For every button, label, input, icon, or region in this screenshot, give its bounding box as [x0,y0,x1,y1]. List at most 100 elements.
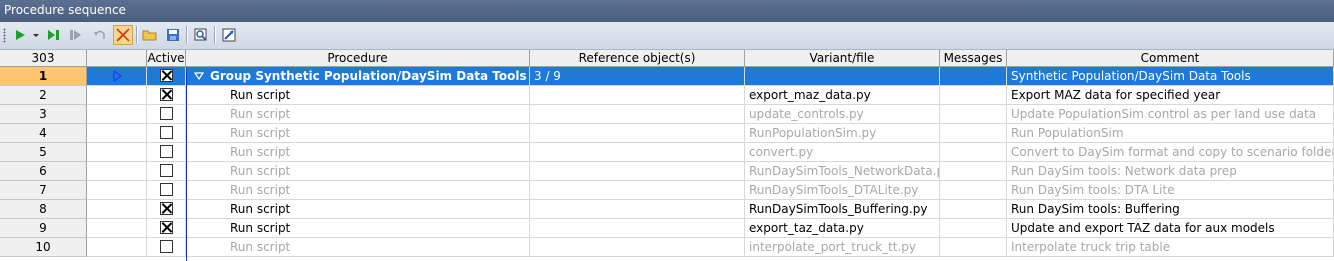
cell-comment[interactable]: Run DaySim tools: Buffering [1007,200,1334,219]
active-checkbox[interactable] [159,164,173,177]
table-row[interactable]: 3 Run script update_controls.py Update Popu… [0,105,1334,124]
cell-active[interactable] [147,67,186,86]
cell-procedure[interactable]: Run script [186,181,530,200]
cell-comment[interactable]: Run DaySim tools: Network data prep [1007,162,1334,181]
cell-active[interactable] [147,200,186,219]
cell-active[interactable] [147,238,186,257]
cell-active[interactable] [147,105,186,124]
run-icon[interactable] [10,25,30,45]
cell-active[interactable] [147,181,186,200]
cell-messages[interactable] [940,219,1007,238]
cell-comment[interactable]: Update and export TAZ data for aux model… [1007,219,1334,238]
cell-variant[interactable]: update_controls.py [745,105,940,124]
cell-variant[interactable]: export_taz_data.py [745,219,940,238]
cell-variant[interactable]: convert.py [745,143,940,162]
cell-active[interactable] [147,219,186,238]
cell-reference[interactable] [530,162,745,181]
table-row[interactable]: 2 Run script export_maz_data.py Export MAZ … [0,86,1334,105]
step-icon[interactable] [66,25,86,45]
cell-procedure[interactable]: Run script [186,219,530,238]
cell-extra[interactable] [87,105,147,124]
cell-procedure[interactable]: Run script [186,105,530,124]
cell-messages[interactable] [940,238,1007,257]
toolbar-grip[interactable] [3,28,6,43]
cell-procedure[interactable]: Run script [186,162,530,181]
header-comment[interactable]: Comment [1007,50,1334,67]
table-row[interactable]: 9 Run script export_taz_data.py Update and … [0,219,1334,238]
cell-comment[interactable]: Run DaySim tools: DTA Lite [1007,181,1334,200]
cell-extra[interactable] [87,124,147,143]
active-checkbox[interactable] [159,221,173,234]
table-row[interactable]: 6 Run script RunDaySimTools_NetworkData.py… [0,162,1334,181]
table-row[interactable]: 10 Run script interpolate_port_truck_tt.py… [0,238,1334,257]
cell-extra[interactable] [87,219,147,238]
table-row[interactable]: 1 Group Synthetic Population/DaySim Data … [0,67,1334,86]
cell-messages[interactable] [940,200,1007,219]
settings-icon[interactable] [219,25,239,45]
active-checkbox[interactable] [159,240,173,253]
cell-comment[interactable]: Interpolate truck trip table [1007,238,1334,257]
header-active[interactable]: Active [147,50,186,67]
cell-procedure[interactable]: Run script [186,86,530,105]
cell-reference[interactable] [530,238,745,257]
cell-procedure[interactable]: Run script [186,143,530,162]
active-checkbox[interactable] [159,183,173,196]
cell-extra[interactable] [87,200,147,219]
cell-variant[interactable]: RunDaySimTools_DTALite.py [745,181,940,200]
header-rownum[interactable]: 303 [0,50,87,67]
cell-extra[interactable] [87,67,147,86]
cell-reference[interactable] [530,181,745,200]
find-icon[interactable] [191,25,211,45]
cell-variant[interactable] [745,67,940,86]
active-checkbox[interactable] [159,126,173,139]
cell-extra[interactable] [87,181,147,200]
cell-active[interactable] [147,143,186,162]
active-checkbox[interactable] [159,145,173,158]
active-checkbox[interactable] [159,88,173,101]
cell-active[interactable] [147,86,186,105]
cell-extra[interactable] [87,143,147,162]
cell-reference[interactable] [530,124,745,143]
open-folder-icon[interactable] [140,25,160,45]
cell-reference[interactable] [530,200,745,219]
active-checkbox[interactable] [159,69,173,82]
group-collapse-icon[interactable] [193,71,205,81]
cell-procedure[interactable]: Group Synthetic Population/DaySim Data T… [186,67,530,86]
cell-messages[interactable] [940,86,1007,105]
cell-active[interactable] [147,124,186,143]
cell-messages[interactable] [940,162,1007,181]
cell-variant[interactable]: interpolate_port_truck_tt.py [745,238,940,257]
header-extra[interactable] [87,50,147,67]
run-dropdown-icon[interactable] [30,25,42,45]
header-procedure[interactable]: Procedure [186,50,530,67]
header-variant[interactable]: Variant/file [745,50,940,67]
cell-reference[interactable] [530,105,745,124]
cell-messages[interactable] [940,67,1007,86]
table-row[interactable]: 4 Run script RunPopulationSim.py Run Popula… [0,124,1334,143]
undo-icon[interactable] [90,25,110,45]
cell-reference[interactable]: 3 / 9 [530,67,745,86]
cell-extra[interactable] [87,162,147,181]
cell-messages[interactable] [940,124,1007,143]
cell-messages[interactable] [940,105,1007,124]
table-row[interactable]: 8 Run script RunDaySimTools_Buffering.py Ru… [0,200,1334,219]
cell-messages[interactable] [940,143,1007,162]
run-to-icon[interactable] [44,25,64,45]
cell-messages[interactable] [940,181,1007,200]
cell-comment[interactable]: Export MAZ data for specified year [1007,86,1334,105]
deactivate-icon[interactable] [113,25,133,45]
cell-procedure[interactable]: Run script [186,238,530,257]
cell-reference[interactable] [530,86,745,105]
cell-extra[interactable] [87,238,147,257]
cell-extra[interactable] [87,86,147,105]
cell-procedure[interactable]: Run script [186,200,530,219]
cell-reference[interactable] [530,219,745,238]
cell-procedure[interactable]: Run script [186,124,530,143]
save-icon[interactable] [163,25,183,45]
cell-variant[interactable]: RunDaySimTools_Buffering.py [745,200,940,219]
header-reference[interactable]: Reference object(s) [530,50,745,67]
cell-reference[interactable] [530,143,745,162]
table-row[interactable]: 5 Run script convert.py Convert to DaySim f… [0,143,1334,162]
cell-comment[interactable]: Update PopulationSim control as per land… [1007,105,1334,124]
cell-variant[interactable]: export_maz_data.py [745,86,940,105]
